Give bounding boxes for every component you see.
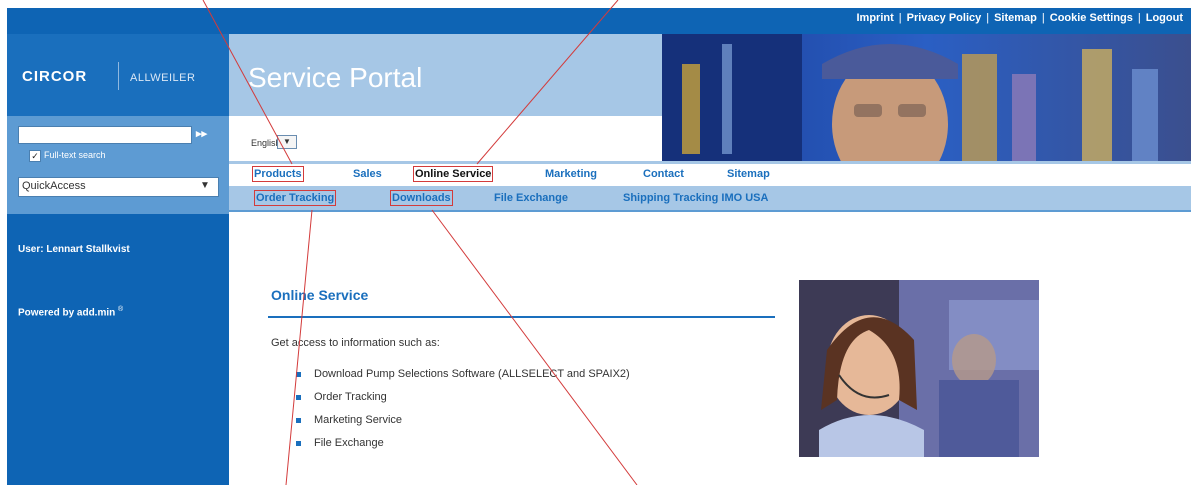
list-item: Order Tracking — [296, 391, 630, 414]
powered-by-label: Powered by add.min ® — [18, 306, 123, 318]
primary-nav: Products Sales Online Service Marketing … — [229, 161, 1191, 186]
user-label: User: Lennart Stallkvist — [18, 244, 130, 255]
registered-mark: ® — [118, 306, 124, 313]
list-item: File Exchange — [296, 437, 630, 460]
imprint-link[interactable]: Imprint — [856, 12, 893, 24]
sitemap-top-link[interactable]: Sitemap — [994, 12, 1037, 24]
feature-list: Download Pump Selections Software (ALLSE… — [296, 368, 630, 460]
cookie-settings-link[interactable]: Cookie Settings — [1050, 12, 1133, 24]
support-agent-photo — [799, 280, 1039, 457]
top-links: Imprint | Privacy Policy | Sitemap | Cookie Se… — [856, 12, 1183, 24]
fulltext-checkbox[interactable]: ✓ — [29, 150, 41, 162]
logo-divider — [118, 62, 119, 90]
subnav-shipping-tracking[interactable]: Shipping Tracking IMO USA — [623, 192, 768, 204]
header-photo — [662, 34, 1191, 161]
circor-logo[interactable]: CIRCOR — [22, 68, 87, 85]
secondary-nav: Order Tracking Downloads File Exchange S… — [229, 186, 1191, 210]
nav-sales[interactable]: Sales — [353, 168, 382, 180]
quickaccess-value: QuickAccess — [22, 180, 86, 192]
nav-marketing[interactable]: Marketing — [545, 168, 597, 180]
page-title: Service Portal — [248, 62, 423, 93]
fulltext-label: Full-text search — [44, 150, 106, 160]
chevron-down-icon[interactable]: ▼ — [200, 180, 210, 191]
search-input[interactable] — [18, 126, 192, 144]
nav-divider — [229, 210, 1191, 212]
nav-contact[interactable]: Contact — [643, 168, 684, 180]
logout-link[interactable]: Logout — [1146, 12, 1183, 24]
privacy-policy-link[interactable]: Privacy Policy — [907, 12, 982, 24]
powered-by-text: Powered by add.min — [18, 307, 116, 319]
allweiler-logo: ALLWEILER — [130, 72, 196, 84]
nav-sitemap[interactable]: Sitemap — [727, 168, 770, 180]
subnav-file-exchange[interactable]: File Exchange — [494, 192, 568, 204]
subnav-downloads[interactable]: Downloads — [390, 190, 453, 206]
chevron-down-icon[interactable]: ▼ — [277, 135, 297, 149]
nav-products[interactable]: Products — [252, 166, 304, 182]
list-item: Marketing Service — [296, 414, 630, 437]
double-arrow-right-icon[interactable]: ▸▸ — [196, 127, 207, 140]
section-title: Online Service — [271, 287, 369, 303]
subnav-order-tracking[interactable]: Order Tracking — [253, 190, 337, 206]
intro-text: Get access to information such as: — [271, 337, 440, 349]
section-rule — [268, 316, 775, 318]
nav-online-service[interactable]: Online Service — [412, 166, 494, 182]
list-item: Download Pump Selections Software (ALLSE… — [296, 368, 630, 391]
